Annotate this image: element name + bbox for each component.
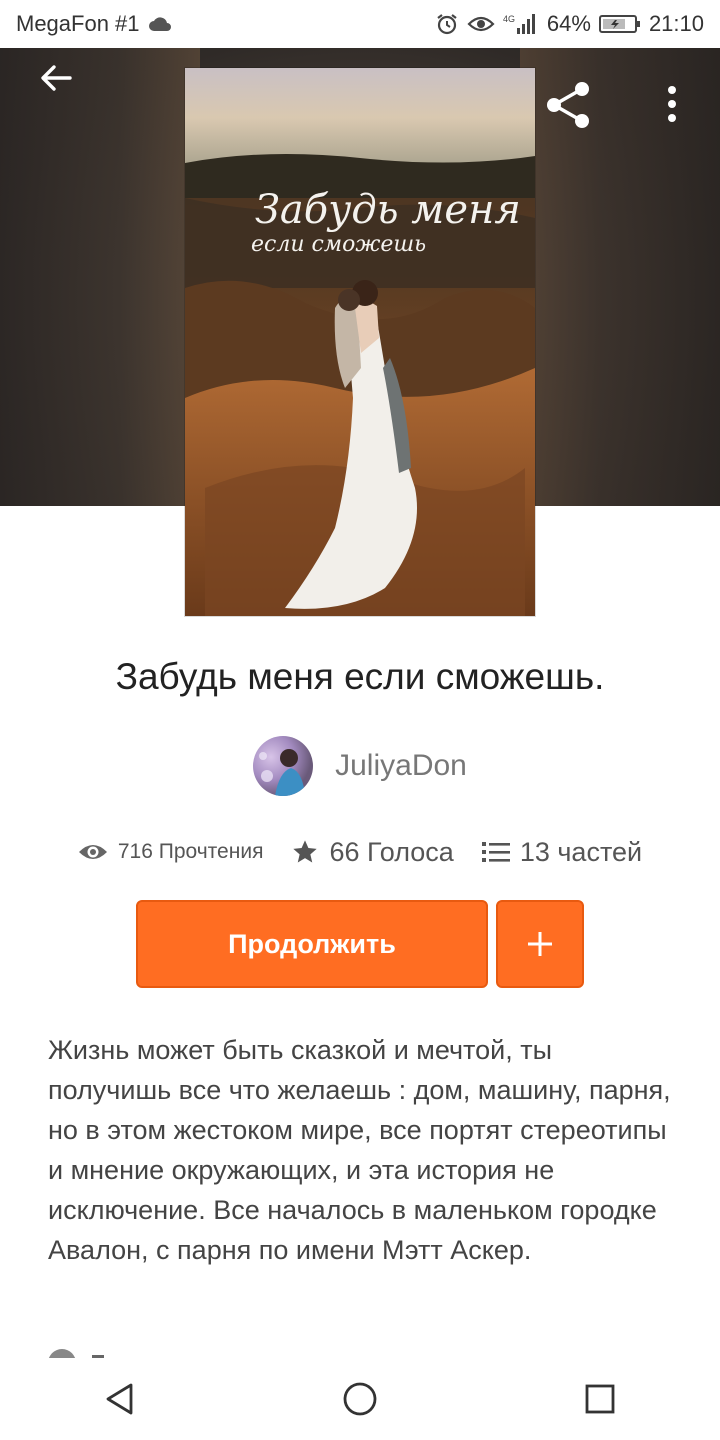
star-icon <box>291 838 319 866</box>
nav-back-button[interactable] <box>90 1369 150 1429</box>
eye-icon <box>467 14 495 34</box>
author-name: JuliyaDon <box>335 749 467 782</box>
carrier-label: MegaFon #1 <box>16 11 140 36</box>
more-vertical-icon <box>666 84 678 124</box>
reads-stat: 716 Прочтения <box>78 840 264 864</box>
plus-icon <box>526 930 554 958</box>
alarm-icon <box>435 12 459 36</box>
add-to-library-button[interactable] <box>496 900 584 988</box>
triangle-back-icon <box>103 1382 137 1416</box>
share-button[interactable] <box>544 80 594 130</box>
circle-home-icon <box>342 1381 378 1417</box>
hero-blur-left <box>0 48 200 506</box>
eye-icon <box>78 841 108 863</box>
more-options-button[interactable] <box>650 82 694 126</box>
cover-title-line1: Забудь меня <box>255 187 521 233</box>
reads-count: 716 Прочтения <box>117 840 264 863</box>
battery-icon <box>598 14 641 34</box>
status-bar: MegaFon #1 4G 64% 21:10 <box>0 0 720 48</box>
share-icon <box>544 80 594 130</box>
continue-reading-button[interactable]: Продолжить <box>136 900 488 988</box>
cover-title-line2: если сможешь <box>251 232 426 257</box>
book-description: Жизнь может быть сказкой и мечтой, ты по… <box>48 1035 671 1265</box>
book-title: Забудь меня если сможешь. <box>115 656 605 697</box>
votes-stat: 66 Голоса <box>291 836 454 868</box>
arrow-left-icon <box>38 60 74 96</box>
continue-reading-label: Продолжить <box>228 928 396 959</box>
parts-stat: 13 частей <box>481 836 643 868</box>
back-button[interactable] <box>34 56 78 100</box>
nav-recents-button[interactable] <box>570 1369 630 1429</box>
system-nav-bar <box>0 1358 720 1440</box>
parts-count: 13 частей <box>519 836 643 867</box>
author-row[interactable]: JuliyaDon <box>0 736 720 796</box>
battery-percent: 64% <box>546 11 591 36</box>
book-cover[interactable]: Забудь меня если сможешь <box>185 68 535 616</box>
partial-next-row <box>48 1348 168 1358</box>
list-icon <box>481 840 510 864</box>
square-recents-icon <box>584 1383 616 1415</box>
votes-count: 66 Голоса <box>329 836 454 867</box>
avatar <box>253 736 314 796</box>
nav-home-button[interactable] <box>330 1369 390 1429</box>
cloud-icon <box>148 16 172 32</box>
stats-row: 716 Прочтения 66 Голоса 13 частей <box>0 830 720 874</box>
signal-icon: 4G <box>503 13 539 35</box>
clock: 21:10 <box>648 11 704 36</box>
network-type-label: 4G <box>503 14 515 24</box>
